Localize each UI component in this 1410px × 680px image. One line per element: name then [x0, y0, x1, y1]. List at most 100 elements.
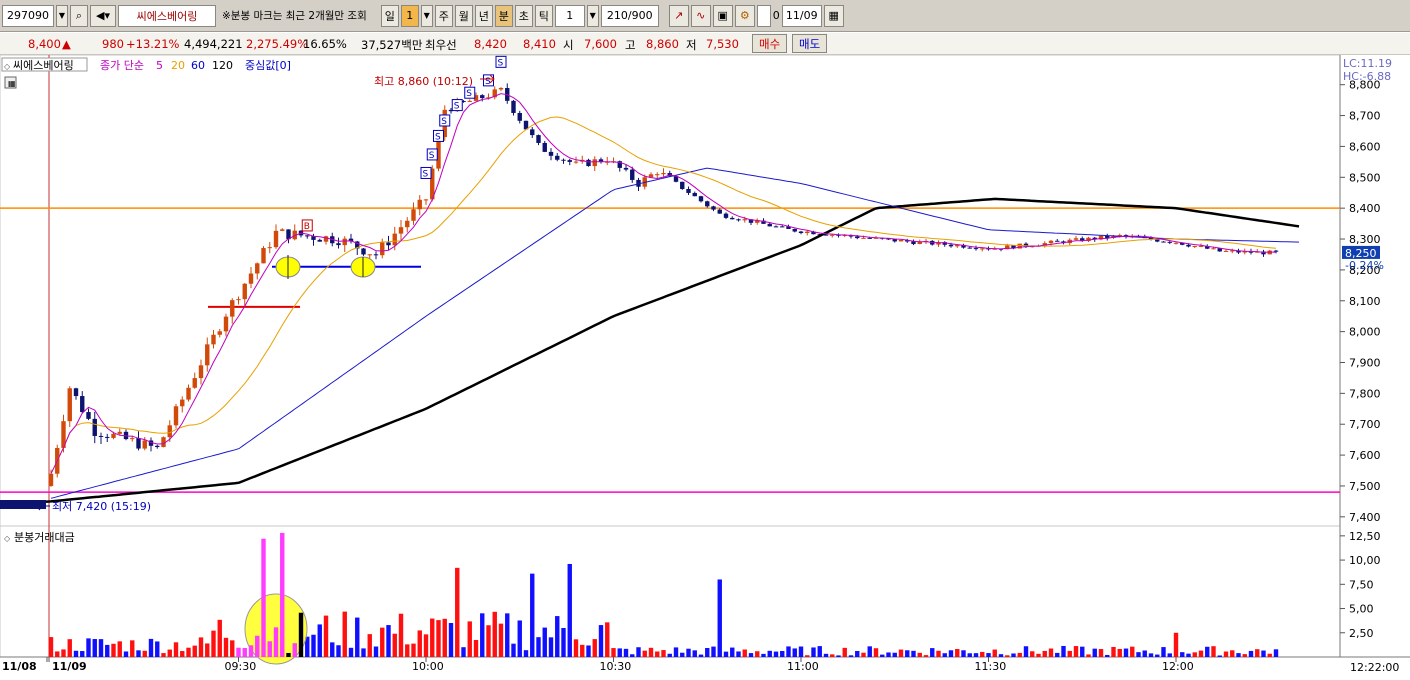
volume-bar [880, 654, 885, 657]
volume-bar [1117, 648, 1122, 657]
volume-bar [173, 642, 179, 657]
lc-label: LC:11.19 [1343, 57, 1392, 70]
volume-bar [92, 639, 97, 657]
volume-bar [1142, 650, 1147, 657]
volume-bar [530, 573, 535, 657]
volume-bar [480, 613, 485, 657]
volume-bar [561, 628, 566, 657]
signal-text: S [454, 102, 460, 112]
volume-bar [636, 647, 641, 657]
volume-bar [1273, 649, 1279, 657]
candle-body [686, 188, 691, 193]
candle-body [230, 300, 235, 317]
candle-body [511, 100, 516, 113]
best-label: 최우선 [425, 38, 457, 52]
candle-body [798, 231, 804, 234]
period-second-button[interactable]: 초 [514, 4, 533, 27]
volume-bar [680, 652, 685, 657]
period-minute-button[interactable]: 분 [494, 4, 513, 27]
interval-input[interactable]: 1 [554, 4, 585, 27]
code-dropdown[interactable]: ▼ [56, 4, 68, 27]
period-week-button[interactable]: 주 [434, 4, 453, 27]
candle-body [705, 201, 710, 207]
gear-icon[interactable]: ⚙ [734, 4, 755, 27]
chart-type-icon[interactable]: ∿ [690, 4, 711, 27]
volume-bar [942, 653, 947, 657]
speaker-icon[interactable]: ◀▾ [90, 4, 116, 27]
volume-bar [1055, 652, 1060, 657]
candle-body [98, 435, 104, 437]
volume-bar [1192, 652, 1197, 657]
candle-body [236, 299, 241, 301]
candle-body [411, 209, 416, 221]
period-tick-button[interactable]: 틱 [534, 4, 553, 27]
stock-code-input[interactable]: 297090 [2, 4, 54, 27]
candle-body [192, 378, 197, 388]
volume-bar [1098, 649, 1104, 657]
calendar-icon[interactable]: ▦ [823, 4, 844, 27]
chart-area[interactable]: 8,800 8,700 8,600 8,500 8,400 8,300 8,200 8,100… [0, 54, 1410, 677]
volume-tick-label: 12,50 [1349, 530, 1381, 543]
volume-bar [148, 638, 154, 657]
volume-bar [823, 653, 829, 657]
count-field[interactable]: 210/900 [600, 4, 659, 27]
period-dropdown[interactable]: ▼ [420, 4, 433, 27]
volume-bar [1255, 649, 1260, 657]
chart-icon[interactable]: ↗ [668, 4, 689, 27]
volume-bar [105, 644, 110, 657]
time-tick-label: 11:00 [787, 660, 819, 673]
volume-bar [923, 655, 929, 657]
candle-body [730, 217, 735, 220]
volume-bar [948, 650, 954, 657]
search-icon[interactable]: ⌕ [70, 4, 88, 27]
volume-bar [867, 646, 872, 657]
candle-body [867, 237, 872, 239]
buy-button[interactable]: 매수 [752, 34, 788, 53]
volume-bar [1067, 650, 1072, 657]
date-input[interactable]: 11/09 [781, 4, 822, 27]
candle-body [1161, 241, 1166, 243]
candle-body [692, 192, 697, 197]
candle-body [561, 159, 566, 161]
low-candle-band [0, 500, 46, 509]
candle-body [155, 445, 160, 448]
volume-bar [223, 637, 229, 657]
volume-bar [230, 640, 235, 657]
period-value-button[interactable]: 1 [400, 4, 419, 27]
candle-body [1198, 245, 1204, 247]
change-rate: +13.21% [126, 37, 180, 51]
volume-bar [436, 620, 441, 657]
candle-body [555, 155, 560, 160]
volume-bar [211, 630, 216, 657]
volume-bar [792, 648, 797, 657]
current-price: 8,400 [28, 37, 61, 51]
volume-bar [961, 650, 966, 657]
save-icon[interactable]: ▣ [712, 4, 733, 27]
candle-body [792, 228, 797, 232]
time-tick-label: 11/09 [52, 660, 87, 673]
candle-body [1223, 250, 1229, 252]
interval-dropdown[interactable]: ▼ [586, 4, 599, 27]
volume-bar [48, 637, 54, 657]
volume-bar [130, 640, 135, 657]
period-year-button[interactable]: 년 [474, 4, 493, 27]
candle-body [1273, 250, 1279, 252]
volume-bar [448, 622, 454, 657]
change-arrow: ▲ [62, 37, 71, 51]
price-volume-chart[interactable]: 8,8008,7008,6008,5008,4008,3008,2008,100… [0, 54, 1410, 677]
volume-bar [1230, 650, 1235, 657]
sell-button[interactable]: 매도 [792, 34, 828, 53]
candle-body [698, 196, 704, 202]
volume-bar [386, 625, 391, 657]
price-tick-label: 7,500 [1349, 480, 1381, 493]
date-checkbox[interactable] [756, 4, 771, 27]
volume-bar [773, 651, 779, 657]
candle-body [305, 235, 310, 237]
candle-body [855, 236, 860, 239]
volume-bar [398, 613, 404, 657]
volume-bar [1223, 651, 1229, 657]
stock-name-field[interactable]: 씨에스베어링 [118, 4, 216, 27]
period-month-button[interactable]: 월 [454, 4, 473, 27]
volume-bar [461, 647, 466, 657]
period-day-button[interactable]: 일 [380, 4, 399, 27]
